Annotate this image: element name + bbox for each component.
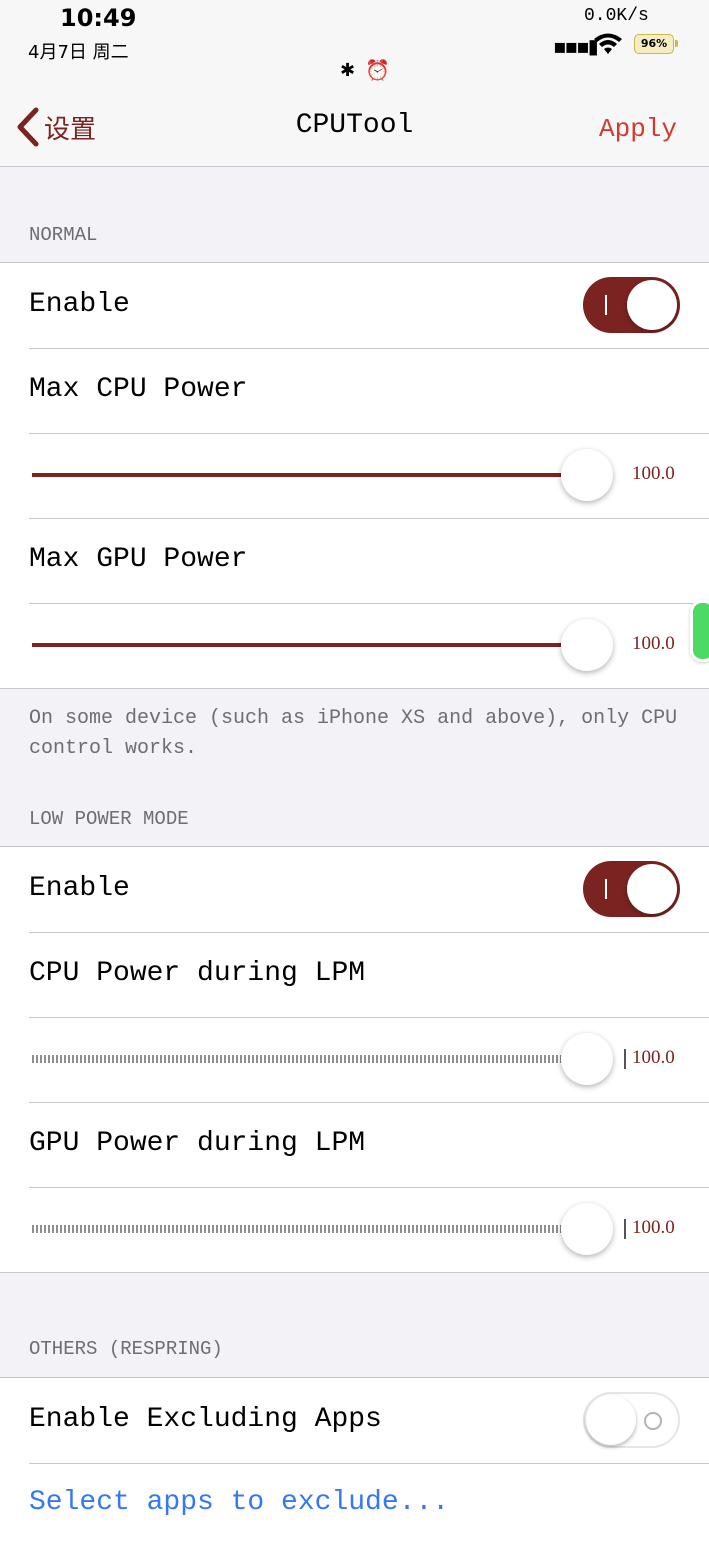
lpm-gpu-value: 100.0 — [632, 1217, 675, 1238]
slider-end-marker — [624, 1049, 626, 1069]
normal-footer-note: On some device (such as iPhone XS and ab… — [29, 707, 678, 760]
max-gpu-label: Max GPU Power — [29, 544, 248, 575]
max-gpu-value: 100.0 — [632, 633, 675, 654]
lpm-cpu-label: CPU Power during LPM — [29, 958, 366, 989]
navigation-bar: 设置 CPUTool Apply — [0, 90, 709, 167]
select-apps-link[interactable]: Select apps to exclude... — [29, 1487, 449, 1518]
toggle-off-mark — [644, 1412, 662, 1430]
lpm-gpu-slider-row: 100.0 — [0, 1187, 709, 1272]
status-time: 10:49 — [60, 4, 137, 32]
section-header-others: OTHERS (RESPRING) — [29, 1338, 223, 1360]
normal-enable-toggle[interactable] — [583, 277, 680, 333]
wifi-icon — [594, 33, 622, 54]
normal-enable-label: Enable — [29, 289, 130, 320]
max-gpu-slider-row: 100.0 — [0, 603, 709, 688]
low-power-group: Enable CPU Power during LPM 100.0 GPU Po… — [0, 846, 709, 1273]
status-date: 4月7日 周二 — [28, 42, 129, 63]
toggle-knob — [586, 1395, 636, 1445]
max-cpu-slider-row: 100.0 — [0, 433, 709, 518]
slider-end-marker — [624, 1219, 626, 1239]
lpm-gpu-slider-thumb[interactable] — [561, 1203, 613, 1255]
lpm-gpu-slider-track[interactable] — [32, 1225, 587, 1233]
floating-assistive-button[interactable] — [690, 600, 709, 662]
select-apps-row[interactable]: Select apps to exclude... — [0, 1463, 709, 1548]
lpm-enable-label: Enable — [29, 873, 130, 904]
max-cpu-label-row: Max CPU Power — [0, 348, 709, 433]
max-cpu-label: Max CPU Power — [29, 374, 248, 405]
lpm-cpu-slider-track[interactable] — [32, 1055, 587, 1063]
lpm-gpu-label: GPU Power during LPM — [29, 1128, 366, 1159]
max-gpu-slider-thumb[interactable] — [561, 619, 613, 671]
apply-button[interactable]: Apply — [599, 114, 677, 144]
lpm-cpu-slider-row: 100.0 — [0, 1017, 709, 1102]
max-cpu-slider-track[interactable] — [32, 473, 587, 477]
toggle-knob — [627, 280, 677, 330]
normal-group: Enable Max CPU Power 100.0 Max GPU Power… — [0, 262, 709, 689]
max-gpu-slider-track[interactable] — [32, 643, 587, 647]
lpm-gpu-label-row: GPU Power during LPM — [0, 1102, 709, 1187]
cellular-signal-icon: ▪▪▪▮ — [553, 34, 599, 58]
lpm-enable-toggle[interactable] — [583, 861, 680, 917]
max-gpu-label-row: Max GPU Power — [0, 518, 709, 603]
status-bar: 10:49 4月7日 周二 0.0K/s ▪▪▪▮ 96% ✱ ⏰ — [0, 0, 709, 90]
battery-icon: 96% — [634, 34, 678, 54]
bluetooth-icon: ✱ — [340, 60, 356, 81]
others-group: Enable Excluding Apps Select apps to exc… — [0, 1377, 709, 1548]
network-speed: 0.0K/s — [584, 6, 649, 26]
exclude-apps-row: Enable Excluding Apps — [0, 1378, 709, 1463]
exclude-apps-toggle[interactable] — [583, 1392, 680, 1448]
max-cpu-slider-thumb[interactable] — [561, 449, 613, 501]
alarm-icon: ⏰ — [365, 58, 390, 82]
toggle-on-mark — [605, 879, 607, 899]
section-header-normal: NORMAL — [29, 224, 98, 246]
toggle-on-mark — [605, 295, 607, 315]
lpm-cpu-label-row: CPU Power during LPM — [0, 932, 709, 1017]
normal-enable-row: Enable — [0, 263, 709, 348]
lpm-cpu-slider-thumb[interactable] — [561, 1033, 613, 1085]
section-header-low-power: LOW POWER MODE — [29, 808, 189, 830]
max-cpu-value: 100.0 — [632, 463, 675, 484]
lpm-enable-row: Enable — [0, 847, 709, 932]
lpm-cpu-value: 100.0 — [632, 1047, 675, 1068]
exclude-apps-label: Enable Excluding Apps — [29, 1404, 382, 1435]
toggle-knob — [627, 864, 677, 914]
